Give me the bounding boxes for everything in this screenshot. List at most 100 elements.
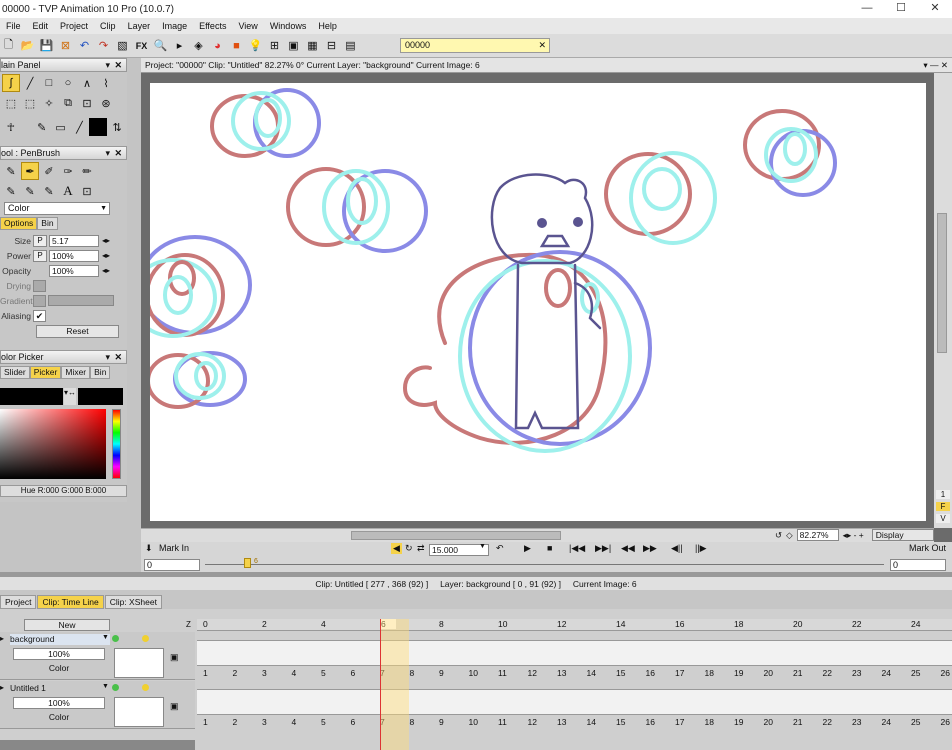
tab-clip-timeline[interactable]: Clip: Time Line: [37, 595, 104, 609]
frame-number[interactable]: 21: [793, 668, 802, 678]
character-icon[interactable]: ☥: [2, 118, 20, 136]
film-icon[interactable]: ▣: [285, 37, 302, 54]
warp-icon[interactable]: ⊛: [97, 94, 115, 112]
fx-button[interactable]: FX: [133, 37, 150, 54]
frame-number[interactable]: 23: [852, 668, 861, 678]
menu-layer[interactable]: Layer: [122, 21, 157, 31]
next-key-button[interactable]: ||▶: [695, 543, 707, 554]
track-frames[interactable]: [197, 640, 952, 666]
project-field[interactable]: 00000 ✕: [400, 38, 550, 53]
frame-number[interactable]: 19: [734, 717, 743, 727]
frame-number[interactable]: 16: [646, 717, 655, 727]
layer-untitled-1[interactable]: ▸ Untitled 1 ▼ 100% Color ▣: [0, 681, 195, 729]
tab-bin[interactable]: Bin: [90, 366, 111, 379]
menu-view[interactable]: View: [232, 21, 263, 31]
open-folder-icon[interactable]: 📂: [19, 37, 36, 54]
frame-number[interactable]: 12: [528, 668, 537, 678]
color-swatch-icon[interactable]: ■: [228, 37, 245, 54]
frame-number[interactable]: 18: [705, 717, 714, 727]
minimize-icon[interactable]: ▾: [105, 147, 110, 159]
magic-wand-icon[interactable]: ✧: [40, 94, 58, 112]
playhead-marker[interactable]: [244, 558, 251, 568]
brush-icon[interactable]: ▧: [114, 37, 131, 54]
vertical-scroll-thumb[interactable]: [937, 213, 947, 353]
fps-dropdown-icon[interactable]: ▼: [479, 543, 486, 550]
table-icon[interactable]: ▦: [304, 37, 321, 54]
frame-number[interactable]: 22: [823, 668, 832, 678]
new-layer-button[interactable]: New: [24, 619, 110, 631]
mark-in-arrow-icon[interactable]: ⬇: [145, 543, 153, 554]
saturation-value-square[interactable]: [0, 409, 106, 479]
minimize-icon[interactable]: ▾: [105, 59, 110, 71]
clear-icon[interactable]: ✕: [538, 39, 546, 52]
crop-icon[interactable]: ⊡: [78, 94, 96, 112]
frame-number[interactable]: 25: [911, 717, 920, 727]
timeline-ruler[interactable]: 0 2 4 6 8 10 12 14 16 18 20 22 24: [197, 619, 952, 631]
opacity-input[interactable]: 100%: [49, 264, 99, 277]
pingpong-icon[interactable]: ⇄: [417, 543, 425, 554]
new-file-icon[interactable]: 🗋: [0, 37, 17, 54]
minimize-icon[interactable]: —: [850, 0, 884, 16]
menu-project[interactable]: Project: [54, 21, 94, 31]
mark-in-label[interactable]: Mark In: [159, 543, 189, 553]
secondary-color-swatch[interactable]: [78, 388, 123, 405]
frame-start-input[interactable]: 0: [144, 559, 200, 571]
monitor-icon[interactable]: ▤: [342, 37, 359, 54]
grid-icon[interactable]: ⊞: [266, 37, 283, 54]
layer-expand-icon[interactable]: ▸: [0, 683, 4, 692]
menu-file[interactable]: File: [0, 21, 27, 31]
menu-effects[interactable]: Effects: [193, 21, 232, 31]
layer-mode[interactable]: Color: [13, 711, 105, 723]
size-input[interactable]: 5.17: [49, 234, 99, 247]
ink-brush-icon[interactable]: ✎: [40, 182, 58, 200]
frame-number[interactable]: 20: [764, 668, 773, 678]
viewport-window-controls[interactable]: ▾ — ✕: [923, 58, 948, 73]
layer-track-background[interactable]: 1 2 3 4 5 6 7 8 9 10 11 12 13 14 15 16 17 18 19 20 21 22 23 24 2…: [197, 632, 952, 680]
color-mode-select[interactable]: Color: [4, 202, 110, 215]
aliasing-checkbox[interactable]: ✔: [33, 309, 46, 322]
fill-tool-icon[interactable]: ⌇: [97, 74, 115, 92]
custom-brush-icon[interactable]: ⊡: [78, 182, 96, 200]
size-pressure-toggle[interactable]: P: [33, 234, 47, 247]
frame-end-input[interactable]: 0: [890, 559, 946, 571]
side-marker-v[interactable]: V: [936, 514, 950, 523]
frame-number[interactable]: 8: [410, 717, 415, 727]
menu-windows[interactable]: Windows: [264, 21, 313, 31]
prev-frame-button[interactable]: ◀◀: [621, 543, 635, 554]
layers-icon[interactable]: ◈: [190, 37, 207, 54]
oil-brush-icon[interactable]: ✎: [21, 182, 39, 200]
frame-number[interactable]: 11: [498, 668, 507, 678]
frame-number[interactable]: 16: [646, 668, 655, 678]
gradient-checkbox[interactable]: [33, 294, 46, 307]
layer-color-tags[interactable]: [0, 740, 195, 750]
export-icon[interactable]: ⊠: [57, 37, 74, 54]
drying-checkbox[interactable]: [33, 279, 46, 292]
frame-number[interactable]: 1: [203, 717, 208, 727]
frame-number[interactable]: 23: [852, 717, 861, 727]
airbrush-icon[interactable]: ✑: [59, 162, 77, 180]
layer-light-icon[interactable]: [142, 635, 149, 642]
frame-number[interactable]: 19: [734, 668, 743, 678]
undo-icon[interactable]: ↶: [76, 37, 93, 54]
frame-number[interactable]: 25: [911, 668, 920, 678]
power-arrows-icon[interactable]: ◂▸: [102, 251, 110, 260]
size-arrows-icon[interactable]: ◂▸: [102, 236, 110, 245]
layer-menu-icon[interactable]: ▼: [102, 683, 109, 690]
opacity-arrows-icon[interactable]: ◂▸: [102, 266, 110, 275]
frame-number[interactable]: 26: [941, 717, 950, 727]
stop-button[interactable]: ■: [547, 543, 552, 553]
close-icon[interactable]: ✕: [114, 351, 122, 363]
prev-key-button[interactable]: ◀||: [671, 543, 683, 554]
frame-number[interactable]: 17: [675, 668, 684, 678]
minimize-icon[interactable]: ▾: [105, 351, 110, 363]
layer-light-icon[interactable]: [142, 684, 149, 691]
reverse-icon[interactable]: ↶: [496, 543, 504, 554]
gradient-slider[interactable]: [48, 295, 114, 306]
frame-number[interactable]: 6: [351, 717, 356, 727]
frame-number[interactable]: 5: [321, 668, 326, 678]
text-tool-icon[interactable]: A: [59, 182, 77, 200]
primary-color-swatch[interactable]: [0, 388, 63, 405]
paper-icon[interactable]: ▭: [52, 118, 70, 136]
next-frame-button[interactable]: ▶▶: [643, 543, 657, 554]
frame-number[interactable]: 24: [882, 668, 891, 678]
